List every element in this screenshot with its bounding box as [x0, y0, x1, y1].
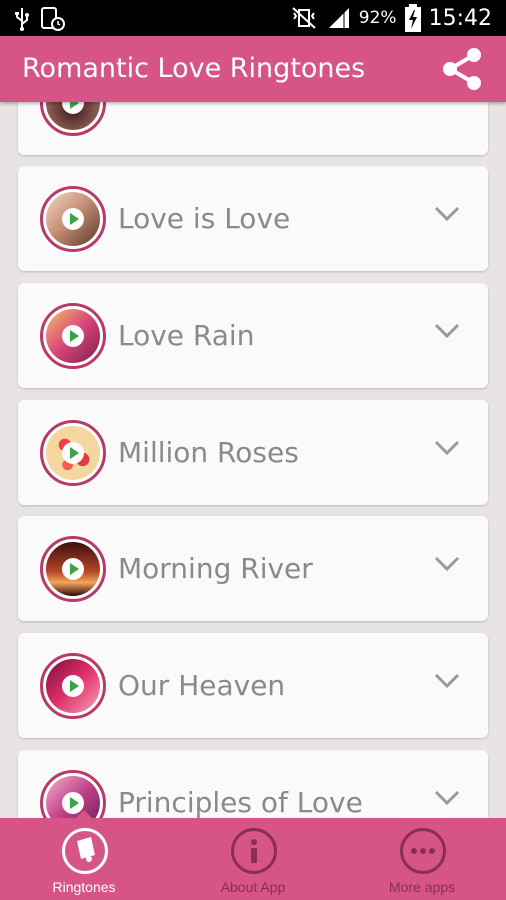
ringtone-thumbnail[interactable]: [40, 770, 106, 818]
ringtone-name: Our Heaven: [118, 669, 286, 702]
chevron-down-icon[interactable]: [434, 556, 460, 572]
ringtone-thumbnail[interactable]: [40, 303, 106, 369]
battery-percentage: 92%: [358, 8, 397, 28]
ringtone-thumbnail[interactable]: [40, 420, 106, 486]
tab-label: Ringtones: [52, 879, 116, 895]
clock: 15:42: [428, 5, 492, 31]
ringtone-list[interactable]: Love is Love Love Rain Million Roses Mor…: [0, 102, 506, 818]
ringtone-card[interactable]: Love is Love: [18, 166, 488, 271]
ringtone-thumbnail[interactable]: [40, 102, 106, 136]
screenshot-clock-icon: [41, 7, 65, 31]
tab-more-apps[interactable]: More apps: [338, 818, 506, 900]
chevron-down-icon[interactable]: [434, 673, 460, 689]
app-bar: Romantic Love Ringtones: [0, 36, 506, 102]
tab-about-app[interactable]: About App: [169, 818, 337, 900]
ringtone-name: Morning River: [118, 552, 313, 585]
ringtone-name: Principles of Love: [118, 786, 363, 818]
chevron-down-icon[interactable]: [434, 790, 460, 806]
bottom-navigation: Ringtones About App More apps: [0, 810, 506, 900]
ringtone-card[interactable]: Love Rain: [18, 283, 488, 388]
tab-label: More apps: [388, 879, 456, 895]
tab-label: About App: [220, 879, 286, 895]
mute-vibrate-icon: [292, 7, 316, 29]
tab-ringtones[interactable]: Ringtones: [0, 818, 168, 900]
usb-icon: [15, 8, 29, 31]
ringtone-name: Love is Love: [118, 202, 291, 235]
ringtone-thumbnail[interactable]: [40, 653, 106, 719]
signal-icon: [328, 8, 349, 28]
play-icon[interactable]: [62, 442, 84, 464]
chevron-down-icon[interactable]: [434, 206, 460, 222]
play-icon[interactable]: [62, 675, 84, 697]
ringtone-name: Million Roses: [118, 436, 299, 469]
chevron-down-icon[interactable]: [434, 440, 460, 456]
info-icon: [231, 828, 277, 874]
bell-icon: [62, 828, 108, 874]
share-icon[interactable]: [438, 45, 486, 93]
ringtone-card[interactable]: Morning River: [18, 516, 488, 621]
battery-charging-icon: [404, 4, 421, 32]
chevron-down-icon[interactable]: [434, 323, 460, 339]
more-dots-icon: [400, 828, 446, 874]
ringtone-card[interactable]: [18, 102, 488, 155]
ringtone-card[interactable]: Million Roses: [18, 400, 488, 505]
ringtone-card[interactable]: Our Heaven: [18, 633, 488, 738]
ringtone-thumbnail[interactable]: [40, 186, 106, 252]
play-icon[interactable]: [62, 208, 84, 230]
status-bar: 92% 15:42: [0, 0, 506, 36]
ringtone-card[interactable]: Principles of Love: [18, 750, 488, 818]
app-title: Romantic Love Ringtones: [22, 53, 366, 84]
play-icon[interactable]: [62, 325, 84, 347]
play-icon[interactable]: [62, 558, 84, 580]
ringtone-name: Love Rain: [118, 319, 255, 352]
ringtone-thumbnail[interactable]: [40, 536, 106, 602]
